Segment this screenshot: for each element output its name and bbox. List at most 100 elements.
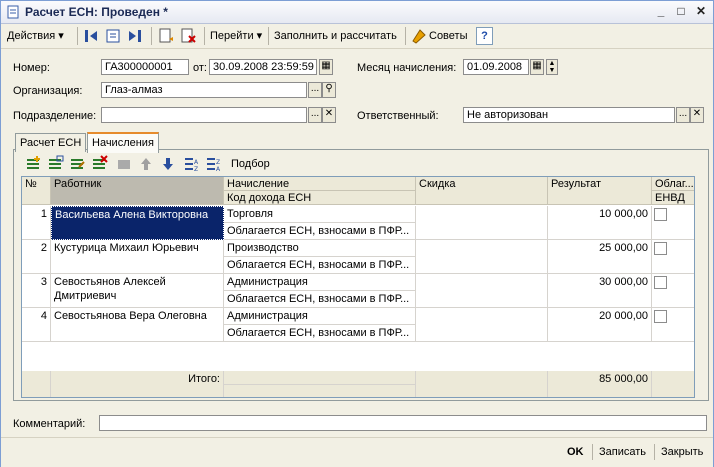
copy-row-icon[interactable]: [47, 155, 65, 173]
column-header-accrual[interactable]: Начисление: [224, 177, 416, 191]
envd-cell[interactable]: [652, 308, 694, 342]
totals-blank: [22, 371, 51, 397]
tips-icon[interactable]: [410, 27, 428, 45]
sort-desc-icon[interactable]: ZA: [205, 155, 223, 173]
employee-cell[interactable]: Севостьянова Вера Олеговна: [51, 308, 224, 342]
column-header-income-code[interactable]: Код дохода ЕСН: [224, 191, 416, 205]
discount-cell[interactable]: [416, 274, 548, 308]
goto-menu[interactable]: Перейти ▾: [210, 27, 262, 45]
date-field[interactable]: 30.09.2008 23:59:59: [209, 59, 317, 75]
income-code-cell[interactable]: Облагается ЕСН, взносами в ПФР...: [224, 291, 416, 308]
search-icon[interactable]: ⚲: [322, 82, 336, 98]
totals-value: 85 000,00: [548, 371, 652, 397]
column-header-num[interactable]: №: [22, 177, 51, 205]
select-icon[interactable]: ...: [308, 107, 322, 123]
accrual-cell[interactable]: Производство: [224, 240, 416, 257]
minimize-button[interactable]: _: [653, 4, 669, 19]
tips-button[interactable]: Советы: [429, 27, 467, 45]
arrow-left-icon[interactable]: [82, 27, 100, 45]
tab-esn-calculation[interactable]: Расчет ЕСН: [15, 133, 87, 152]
end-edit-icon[interactable]: [115, 155, 133, 173]
accrual-cell[interactable]: Администрация: [224, 274, 416, 291]
discount-cell[interactable]: [416, 308, 548, 342]
accruals-table[interactable]: № Работник Начисление Код дохода ЕСН Ски…: [21, 176, 695, 398]
delete-row-icon[interactable]: [91, 155, 109, 173]
column-header-discount[interactable]: Скидка: [416, 177, 548, 205]
envd-cell[interactable]: [652, 240, 694, 274]
result-cell[interactable]: 10 000,00: [548, 206, 652, 240]
footer-bar: OK Записать Закрыть: [1, 437, 713, 467]
clear-icon[interactable]: ✕: [322, 107, 336, 123]
select-icon[interactable]: ...: [676, 107, 690, 123]
department-label: Подразделение:: [13, 110, 97, 122]
svg-text:A: A: [216, 166, 221, 173]
row-number: 4: [22, 308, 51, 342]
column-header-result[interactable]: Результат: [548, 177, 652, 205]
employee-cell[interactable]: Кустурица Михаил Юрьевич: [51, 240, 224, 274]
income-code-cell[interactable]: Облагается ЕСН, взносами в ПФР...: [224, 223, 416, 240]
fill-and-calculate-button[interactable]: Заполнить и рассчитать: [274, 27, 397, 45]
organization-field[interactable]: Глаз-алмаз: [101, 82, 307, 98]
delete-doc-icon[interactable]: [179, 27, 197, 45]
title-bar: Расчет ЕСН: Проведен * _ □ ✕: [1, 1, 713, 24]
number-field[interactable]: ГА300000001: [101, 59, 189, 75]
close-window-button[interactable]: ✕: [693, 4, 709, 19]
tab-accruals[interactable]: Начисления: [87, 132, 159, 153]
income-code-cell[interactable]: Облагается ЕСН, взносами в ПФР...: [224, 325, 416, 342]
close-button[interactable]: Закрыть: [661, 444, 703, 460]
calendar-icon[interactable]: ▦: [319, 59, 333, 75]
envd-cell[interactable]: [652, 206, 694, 240]
add-row-icon[interactable]: [25, 155, 43, 173]
select-icon[interactable]: ...: [308, 82, 322, 98]
separator: [592, 444, 593, 460]
separator: [654, 444, 655, 460]
spin-icon[interactable]: ▲ ▼: [546, 59, 558, 75]
column-header-envd[interactable]: Облаг...: [652, 177, 694, 191]
totals-blank: [224, 385, 416, 397]
accrual-cell[interactable]: Торговля: [224, 206, 416, 223]
row-number: 1: [22, 206, 51, 240]
structure-icon[interactable]: [104, 27, 122, 45]
discount-cell[interactable]: [416, 206, 548, 240]
envd-checkbox[interactable]: [654, 310, 667, 323]
clear-icon[interactable]: ✕: [690, 107, 704, 123]
column-header-envd-2[interactable]: ЕНВД: [652, 191, 694, 205]
move-up-icon[interactable]: [137, 155, 155, 173]
result-cell[interactable]: 30 000,00: [548, 274, 652, 308]
document-window: Расчет ЕСН: Проведен * _ □ ✕ Действия ▾ …: [0, 0, 714, 467]
result-cell[interactable]: 25 000,00: [548, 240, 652, 274]
edit-row-icon[interactable]: [69, 155, 87, 173]
employee-cell[interactable]: Севостьянов Алексей Дмитриевич: [51, 274, 224, 308]
separator: [204, 27, 205, 45]
employee-cell[interactable]: Васильева Алена Викторовна: [51, 206, 224, 240]
discount-cell[interactable]: [416, 240, 548, 274]
month-field[interactable]: 01.09.2008: [463, 59, 529, 75]
income-code-cell[interactable]: Облагается ЕСН, взносами в ПФР...: [224, 257, 416, 274]
accrual-cell[interactable]: Администрация: [224, 308, 416, 325]
actions-menu[interactable]: Действия ▾: [7, 27, 64, 45]
arrow-right-icon[interactable]: [126, 27, 144, 45]
move-down-icon[interactable]: [159, 155, 177, 173]
svg-text:Z: Z: [216, 159, 220, 166]
employee-name: Севостьянова Вера Олеговна: [54, 310, 207, 322]
envd-checkbox[interactable]: [654, 208, 667, 221]
save-button[interactable]: Записать: [599, 444, 646, 460]
totals-blank: [652, 371, 694, 397]
envd-cell[interactable]: [652, 274, 694, 308]
comment-field[interactable]: [99, 415, 707, 431]
refresh-icon[interactable]: [157, 27, 175, 45]
envd-checkbox[interactable]: [654, 276, 667, 289]
help-button[interactable]: ?: [476, 27, 493, 45]
department-field[interactable]: [101, 107, 307, 123]
column-header-employee[interactable]: Работник: [51, 177, 224, 205]
comment-label: Комментарий:: [13, 418, 86, 430]
envd-checkbox[interactable]: [654, 242, 667, 255]
ok-button[interactable]: OK: [567, 444, 584, 460]
result-cell[interactable]: 20 000,00: [548, 308, 652, 342]
select-button[interactable]: Подбор: [231, 158, 270, 170]
sort-asc-icon[interactable]: AZ: [183, 155, 201, 173]
responsible-field[interactable]: Не авторизован: [463, 107, 675, 123]
calendar-icon[interactable]: ▦: [530, 59, 544, 75]
employee-name: Васильева Алена Викторовна: [55, 209, 209, 221]
maximize-button[interactable]: □: [673, 4, 689, 19]
